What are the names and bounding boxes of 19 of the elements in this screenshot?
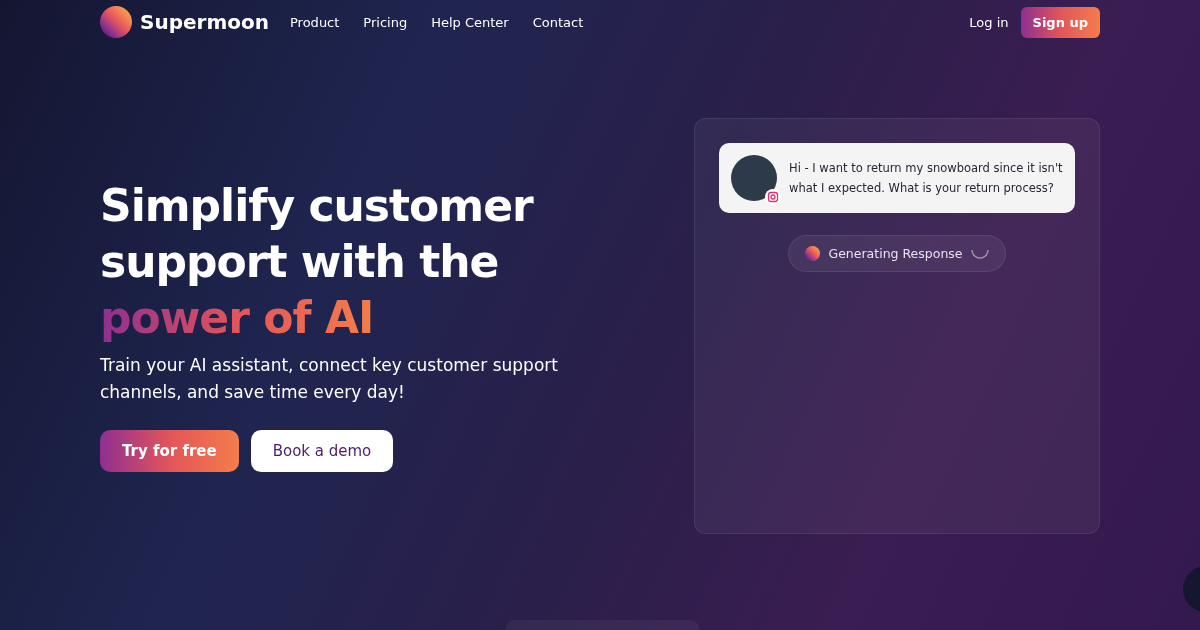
- spinner-icon: [970, 248, 989, 259]
- try-free-button[interactable]: Try for free: [100, 430, 239, 472]
- nav-link[interactable]: Help Center: [431, 14, 509, 30]
- brand-name[interactable]: Supermoon: [140, 10, 269, 34]
- book-demo-button[interactable]: Book a demo: [250, 430, 394, 472]
- nav-link[interactable]: Contact: [532, 14, 584, 30]
- login-link[interactable]: Log in: [969, 14, 1009, 30]
- hero-heading: Simplify customer: [100, 179, 535, 233]
- moon-logo-icon: [100, 6, 132, 38]
- hero-subtitle: Train your AI assistant, connect key customer support channels, and save time every day!: [100, 354, 559, 404]
- status-text: Generating Response: [828, 246, 963, 261]
- hero-heading: support with the: [100, 235, 500, 289]
- message-text: Hi - I want to return my snowboard since it isn't what I expected. What is your return process?: [789, 160, 1063, 197]
- nav-link[interactable]: Pricing: [363, 14, 408, 30]
- signup-button[interactable]: Sign up: [1020, 6, 1100, 38]
- nav-link[interactable]: Product: [290, 14, 340, 30]
- camera-icon: [765, 189, 781, 205]
- moon-status-icon: [805, 246, 821, 261]
- avatar-placeholder: [731, 155, 777, 201]
